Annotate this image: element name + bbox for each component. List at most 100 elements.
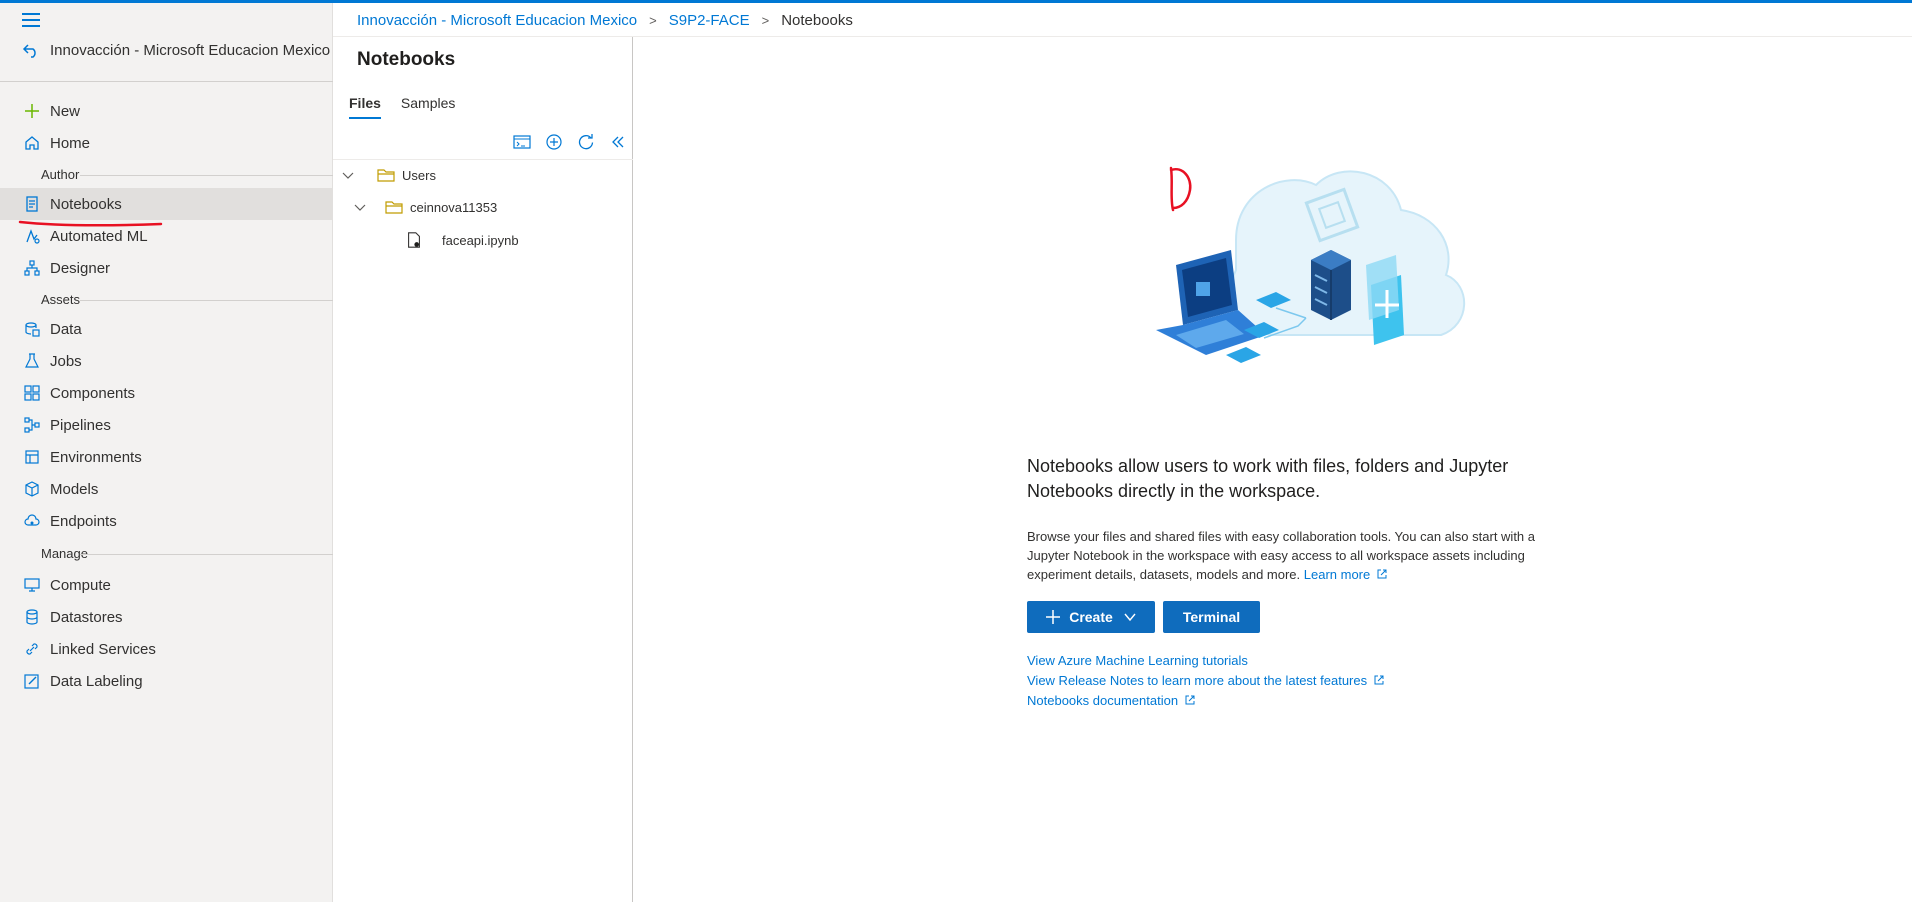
nav-item-compute[interactable]: Compute [0,569,332,601]
create-button[interactable]: Create [1027,601,1155,633]
terminal-button[interactable]: Terminal [1163,601,1260,633]
section-divider [80,175,333,176]
nav-item-label: Models [50,480,99,498]
chevron-down-icon [1124,613,1136,622]
tree-item-label: ceinnova11353 [410,199,498,215]
learn-more-link[interactable]: Learn more [1304,567,1388,582]
database-icon [22,607,42,627]
tree-item-ceinnova11353[interactable]: ceinnova11353 [352,195,497,219]
nav-item-automated-ml[interactable]: Automated ML [0,220,332,252]
notebooks-illustration [1156,170,1466,363]
tree-item-label: Users [402,167,436,183]
nav-item-home[interactable]: Home [0,127,332,159]
create-button-label: Create [1069,609,1113,625]
nav-item-new[interactable]: New [0,95,332,127]
nav-item-designer[interactable]: Designer [0,252,332,284]
breadcrumb-current: Notebooks [781,11,853,29]
collapse-icon[interactable] [605,129,631,155]
nav-item-data[interactable]: Data [0,313,332,345]
description-text: Browse your files and shared files with … [1027,529,1535,582]
tree-item-users[interactable]: Users [340,163,436,187]
release-notes-label: View Release Notes to learn more about t… [1027,673,1368,688]
nav-item-label: Jobs [50,352,82,370]
nav-item-label: Home [50,134,91,152]
hamburger-menu-icon[interactable] [22,13,44,31]
folder-icon [377,169,395,182]
panel-title: Notebooks [357,49,456,70]
components-icon [22,383,42,403]
nav-item-datastores[interactable]: Datastores [0,601,332,633]
nav-item-label: Data [50,320,82,338]
folder-icon [385,201,403,214]
chevron-down-icon [342,172,354,179]
tab-files[interactable]: Files [341,91,389,123]
notebooks-docs-link[interactable]: Notebooks documentation [1027,693,1196,708]
nav-item-label: Datastores [50,608,123,626]
learn-more-label: Learn more [1303,567,1371,582]
terminal-icon[interactable] [509,129,535,155]
add-file-icon[interactable] [541,129,567,155]
refresh-icon[interactable] [573,129,599,155]
nav-item-label: Environments [50,448,142,466]
designer-icon [22,258,42,278]
nav-item-endpoints[interactable]: Endpoints [0,505,332,537]
edit-icon [22,671,42,691]
nav-item-label: Designer [50,259,111,277]
nav-divider [0,81,333,82]
nav-item-models[interactable]: Models [0,473,332,505]
external-link-icon [1377,569,1387,579]
help-links: View Azure Machine Learning tutorials Vi… [1027,651,1385,711]
nav-section-assets: Assets [41,292,81,307]
main-content: Notebooks allow users to work with files… [634,37,1912,902]
external-link-icon [1374,675,1384,685]
file-toolbar [503,129,631,155]
data-icon [22,319,42,339]
tutorials-link[interactable]: View Azure Machine Learning tutorials [1027,653,1248,668]
cube-icon [22,479,42,499]
chevron-down-icon [354,204,366,211]
empty-state-headline: Notebooks allow users to work with files… [1027,456,1509,501]
nav-item-components[interactable]: Components [0,377,332,409]
breadcrumb-project-link[interactable]: S9P2-FACE [669,12,750,29]
workspace-switcher[interactable]: Innovacción - Microsoft Educacion Mexico [22,41,330,59]
nav-item-label: Data Labeling [50,672,143,690]
nav-item-label: Automated ML [50,227,148,245]
tab-samples[interactable]: Samples [393,91,463,123]
nav-item-label: New [50,102,81,120]
nav-item-jobs[interactable]: Jobs [0,345,332,377]
nav-item-label: Components [50,384,136,402]
nav-item-label: Endpoints [50,512,117,530]
flask-icon [22,351,42,371]
nav-section-author: Author [41,167,80,182]
nav-item-label: Compute [50,576,111,594]
environment-icon [22,447,42,467]
nav-item-data-labeling[interactable]: Data Labeling [0,665,332,697]
notebook-icon [22,194,42,214]
tree-item-label: faceapi.ipynb [442,232,519,248]
nav-item-linked-services[interactable]: Linked Services [0,633,332,665]
tree-item-faceapi-notebook[interactable]: faceapi.ipynb [404,228,519,252]
empty-state-description: Browse your files and shared files with … [1027,527,1537,584]
cloud-icon [22,511,42,531]
external-link-icon [1185,695,1195,705]
monitor-icon [22,575,42,595]
nav-item-label: Linked Services [50,640,156,658]
left-navigation: Innovacción - Microsoft Educacion Mexico… [0,3,333,902]
breadcrumb-workspace-link[interactable]: Innovacción - Microsoft Educacion Mexico [357,12,637,29]
automl-icon [22,226,42,246]
chevron-right-icon: > [761,12,770,28]
notebooks-docs-label: Notebooks documentation [1027,693,1179,708]
nav-item-label: Pipelines [50,416,111,434]
chevron-right-icon: > [649,12,657,28]
link-icon [22,639,42,659]
toolbar-divider [333,159,633,160]
workspace-name: Innovacción - Microsoft Educacion Mexico [50,41,331,59]
release-notes-link[interactable]: View Release Notes to learn more about t… [1027,673,1385,688]
section-divider [80,300,333,301]
breadcrumb: Innovacción - Microsoft Educacion Mexico… [357,10,853,30]
back-arrow-icon [22,44,36,58]
notebook-file-icon [408,232,420,248]
nav-item-pipelines[interactable]: Pipelines [0,409,332,441]
notebooks-file-panel: Notebooks Files Samples Users ceinnova11… [333,37,633,902]
nav-item-environments[interactable]: Environments [0,441,332,473]
